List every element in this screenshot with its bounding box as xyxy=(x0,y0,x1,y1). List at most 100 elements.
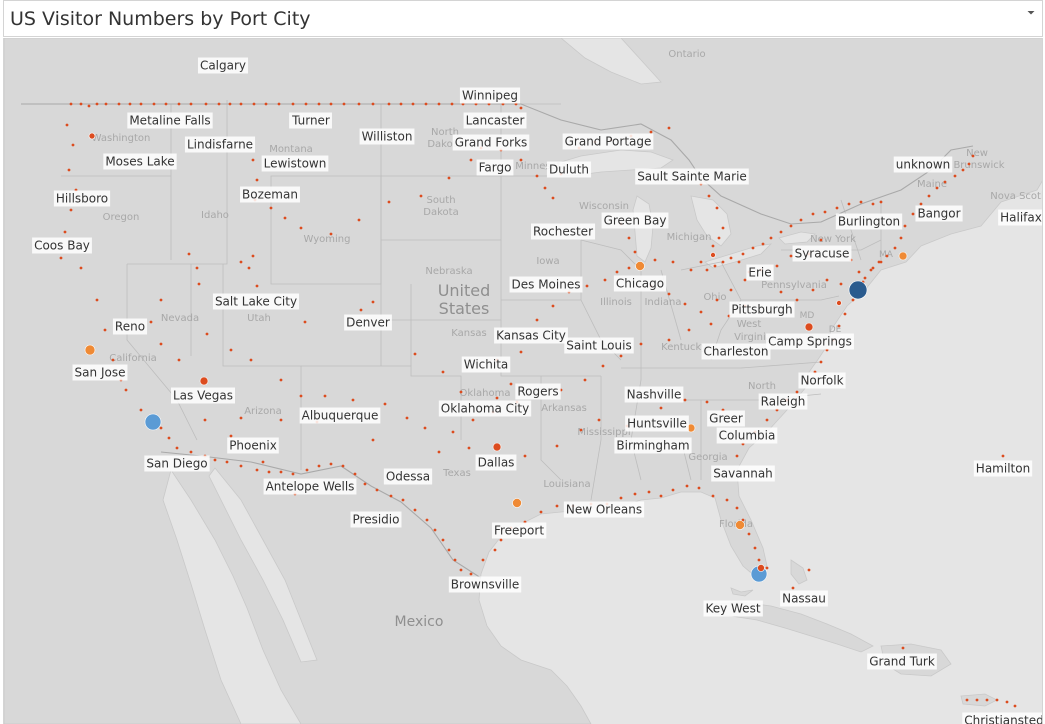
port-dot[interactable] xyxy=(1013,704,1017,708)
port-dot[interactable] xyxy=(255,468,259,472)
port-dot[interactable] xyxy=(375,488,379,492)
port-dot[interactable] xyxy=(447,548,451,552)
port-marker-low[interactable] xyxy=(492,442,502,452)
port-dot[interactable] xyxy=(453,558,457,562)
port-dot[interactable] xyxy=(615,270,619,274)
port-dot[interactable] xyxy=(967,162,971,166)
port-dot[interactable] xyxy=(753,546,757,550)
port-dot[interactable] xyxy=(667,126,671,130)
port-dot[interactable] xyxy=(795,390,799,394)
port-dot[interactable] xyxy=(371,438,375,442)
port-dot[interactable] xyxy=(303,320,307,324)
port-dot[interactable] xyxy=(357,102,361,106)
port-dot[interactable] xyxy=(447,176,451,180)
port-dot[interactable] xyxy=(725,498,729,502)
port-dot[interactable] xyxy=(363,482,367,486)
port-dot[interactable] xyxy=(353,472,357,476)
port-dot[interactable] xyxy=(543,186,547,190)
port-dot[interactable] xyxy=(619,354,623,358)
port-dot[interactable] xyxy=(79,102,83,106)
port-dot[interactable] xyxy=(555,504,559,508)
port-dot[interactable] xyxy=(619,496,623,500)
port-dot[interactable] xyxy=(69,102,73,106)
port-dot[interactable] xyxy=(995,698,999,702)
port-dot[interactable] xyxy=(341,464,345,468)
port-dot[interactable] xyxy=(413,352,417,356)
port-dot[interactable] xyxy=(329,232,333,236)
port-dot[interactable] xyxy=(735,506,739,510)
port-dot[interactable] xyxy=(251,158,255,162)
port-dot[interactable] xyxy=(175,446,179,450)
port-dot[interactable] xyxy=(811,288,815,292)
port-dot[interactable] xyxy=(493,548,497,552)
port-dot[interactable] xyxy=(901,646,905,650)
port-dot[interactable] xyxy=(523,454,527,458)
port-dot[interactable] xyxy=(807,568,811,572)
port-dot[interactable] xyxy=(927,194,931,198)
port-dot[interactable] xyxy=(189,450,193,454)
port-dot[interactable] xyxy=(871,266,875,270)
port-dot[interactable] xyxy=(299,226,303,230)
port-dot[interactable] xyxy=(399,102,403,106)
port-dot[interactable] xyxy=(961,168,965,172)
map-canvas[interactable]: Ontario Washington Montana North Dakot Minnes… xyxy=(3,38,1043,724)
us-port-map[interactable]: OntarioWashingtonMontanaNorthDakotMinnes… xyxy=(4,38,1043,724)
port-marker-mid[interactable] xyxy=(635,261,645,271)
port-dot[interactable] xyxy=(359,308,363,312)
port-dot[interactable] xyxy=(779,290,783,294)
port-dot[interactable] xyxy=(329,102,333,106)
port-dot[interactable] xyxy=(975,698,979,702)
port-dot[interactable] xyxy=(279,418,283,422)
port-dot[interactable] xyxy=(159,426,163,430)
port-dot[interactable] xyxy=(329,462,333,466)
port-dot[interactable] xyxy=(671,488,675,492)
port-dot[interactable] xyxy=(299,394,303,398)
port-dot[interactable] xyxy=(765,566,769,570)
port-dot[interactable] xyxy=(401,498,405,502)
port-dot[interactable] xyxy=(721,260,725,264)
port-dot[interactable] xyxy=(779,230,783,234)
port-dot[interactable] xyxy=(843,312,847,316)
port-dot[interactable] xyxy=(709,322,713,326)
port-dot[interactable] xyxy=(985,698,989,702)
port-dot[interactable] xyxy=(267,470,271,474)
port-dot[interactable] xyxy=(471,418,475,422)
port-dot[interactable] xyxy=(649,130,653,134)
port-dot[interactable] xyxy=(1005,700,1009,704)
port-dot[interactable] xyxy=(389,494,393,498)
port-dot[interactable] xyxy=(899,236,903,240)
port-dot[interactable] xyxy=(919,202,923,206)
port-dot[interactable] xyxy=(291,102,295,106)
port-dot[interactable] xyxy=(67,168,71,172)
port-dot[interactable] xyxy=(585,284,589,288)
port-dot[interactable] xyxy=(737,260,741,264)
port-dot[interactable] xyxy=(495,396,499,400)
port-dot[interactable] xyxy=(383,402,387,406)
port-dot[interactable] xyxy=(825,278,829,282)
port-dot[interactable] xyxy=(441,538,445,542)
port-dot[interactable] xyxy=(653,258,657,262)
port-dot[interactable] xyxy=(765,418,769,422)
port-dot[interactable] xyxy=(689,268,693,272)
port-dot[interactable] xyxy=(647,490,651,494)
port-dot[interactable] xyxy=(269,206,273,210)
port-dot[interactable] xyxy=(152,102,156,106)
port-dot[interactable] xyxy=(71,143,75,147)
port-dot[interactable] xyxy=(871,202,875,206)
port-dot[interactable] xyxy=(535,174,539,178)
port-dot[interactable] xyxy=(317,464,321,468)
port-dot[interactable] xyxy=(255,284,259,288)
port-dot[interactable] xyxy=(239,464,243,468)
port-marker-low[interactable] xyxy=(710,252,716,258)
port-dot[interactable] xyxy=(481,558,485,562)
port-dot[interactable] xyxy=(627,236,631,240)
port-dot[interactable] xyxy=(247,266,251,270)
port-dot[interactable] xyxy=(357,218,361,222)
port-dot[interactable] xyxy=(699,260,703,264)
port-dot[interactable] xyxy=(205,332,209,336)
port-dot[interactable] xyxy=(59,256,63,260)
port-dot[interactable] xyxy=(601,364,605,368)
port-dot[interactable] xyxy=(885,254,889,258)
port-dot[interactable] xyxy=(699,310,703,314)
port-dot[interactable] xyxy=(304,102,308,106)
